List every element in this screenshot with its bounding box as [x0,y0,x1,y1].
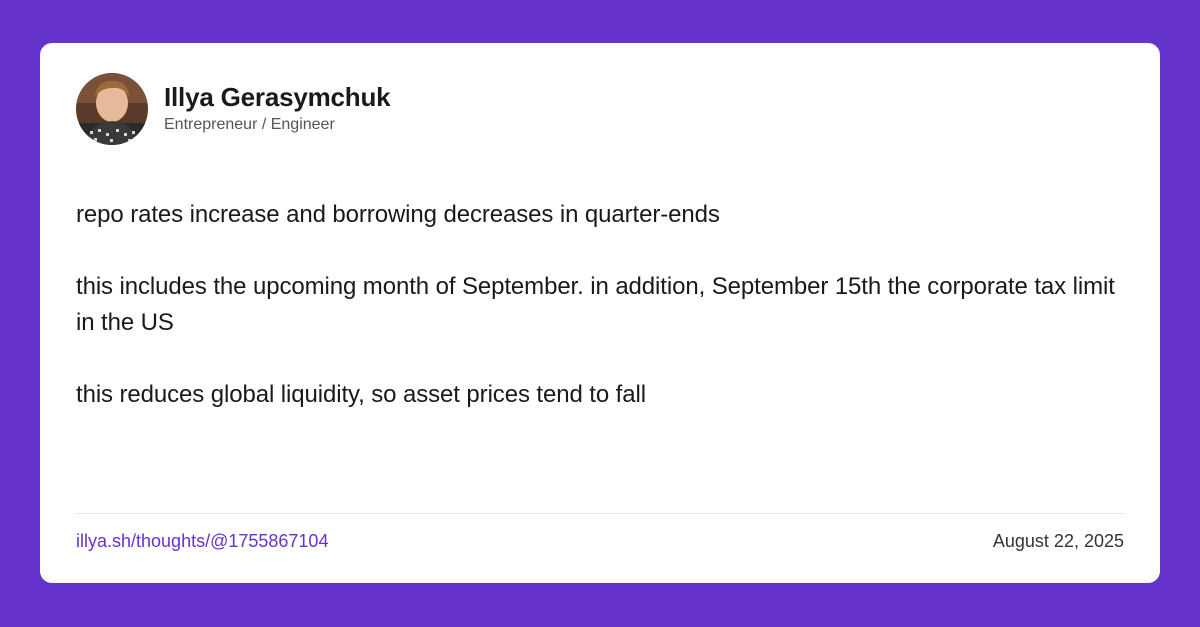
post-paragraph: this includes the upcoming month of Sept… [76,273,1115,336]
post-card: Illya Gerasymchuk Entrepreneur / Enginee… [40,43,1160,583]
post-paragraph: repo rates increase and borrowing decrea… [76,201,720,228]
author-info: Illya Gerasymchuk Entrepreneur / Enginee… [164,82,391,136]
post-paragraph: this reduces global liquidity, so asset … [76,381,646,408]
post-body: repo rates increase and borrowing decrea… [76,197,1116,449]
post-date: August 22, 2025 [992,531,1124,551]
footer-divider [76,513,1124,514]
post-permalink[interactable]: illya.sh/thoughts/@1755867104 [76,529,328,553]
post-header: Illya Gerasymchuk Entrepreneur / Enginee… [76,73,391,145]
author-title: Entrepreneur / Engineer [164,116,335,133]
avatar [76,73,148,145]
author-name: Illya Gerasymchuk [164,82,391,112]
